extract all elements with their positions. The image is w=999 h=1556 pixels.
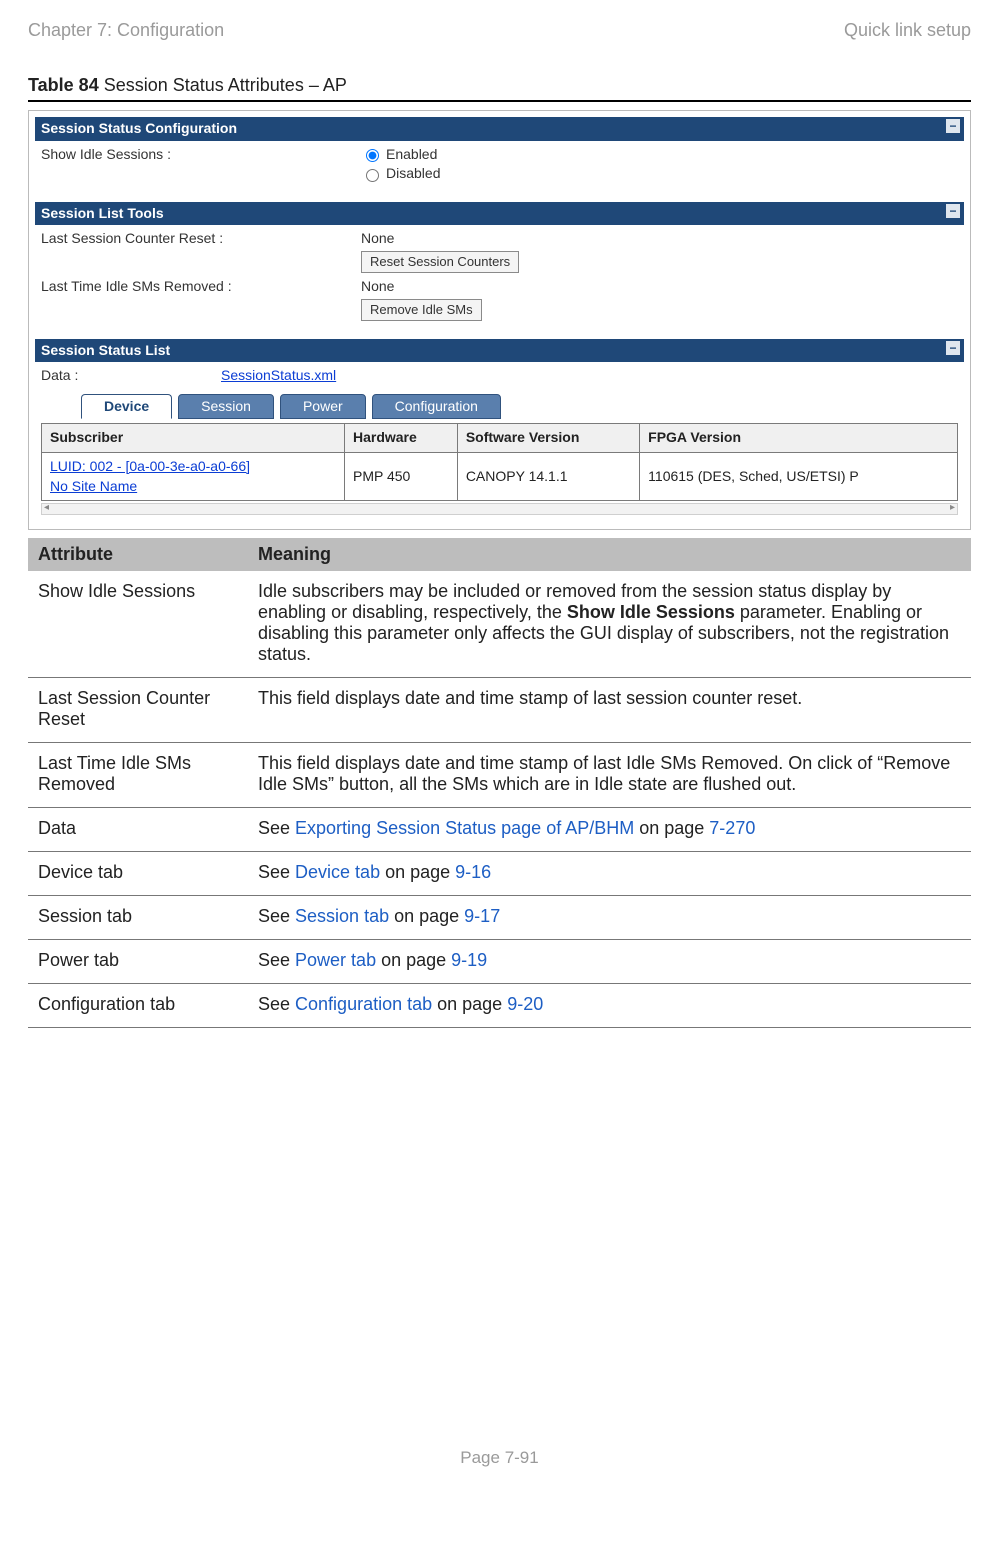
ref-page[interactable]: 7-270 — [709, 818, 755, 838]
subscriber-luid-link[interactable]: LUID: 002 - [0a-00-3e-a0-a0-66] — [50, 458, 250, 474]
attr-name: Device tab — [28, 852, 248, 896]
last-time-idle-sms-removed-value: None — [361, 277, 958, 297]
ref-page[interactable]: 9-19 — [451, 950, 487, 970]
radio-disabled[interactable] — [366, 169, 379, 182]
collapse-icon[interactable]: − — [946, 119, 960, 133]
cell-software: CANOPY 14.1.1 — [457, 452, 639, 500]
ref-page[interactable]: 9-16 — [455, 862, 491, 882]
header-attribute: Attribute — [28, 538, 248, 571]
col-fpga[interactable]: FPGA Version — [640, 424, 958, 453]
attr-meaning: See Exporting Session Status page of AP/… — [248, 808, 971, 852]
reset-session-counters-button[interactable]: Reset Session Counters — [361, 251, 519, 273]
attr-name: Configuration tab — [28, 984, 248, 1028]
collapse-icon[interactable]: − — [946, 204, 960, 218]
col-subscriber[interactable]: Subscriber — [42, 424, 345, 453]
col-hardware[interactable]: Hardware — [344, 424, 457, 453]
caption-prefix: Table 84 — [28, 75, 99, 95]
attr-meaning: This field displays date and time stamp … — [248, 743, 971, 808]
ref-link[interactable]: Power tab — [295, 950, 376, 970]
table-row: LUID: 002 - [0a-00-3e-a0-a0-66] No Site … — [42, 452, 958, 500]
last-session-counter-reset-label: Last Session Counter Reset : — [41, 229, 361, 273]
attr-name: Last Time Idle SMs Removed — [28, 743, 248, 808]
attr-meaning: See Device tab on page 9-16 — [248, 852, 971, 896]
attr-meaning: Idle subscribers may be included or remo… — [248, 571, 971, 678]
page-footer: Page 7-91 — [28, 1448, 971, 1468]
ref-link[interactable]: Device tab — [295, 862, 380, 882]
attr-meaning: See Configuration tab on page 9-20 — [248, 984, 971, 1028]
tab-device[interactable]: Device — [81, 394, 172, 420]
col-software[interactable]: Software Version — [457, 424, 639, 453]
last-time-idle-sms-removed-label: Last Time Idle SMs Removed : — [41, 277, 361, 321]
ref-link[interactable]: Session tab — [295, 906, 389, 926]
radio-enabled[interactable] — [366, 149, 379, 162]
remove-idle-sms-button[interactable]: Remove Idle SMs — [361, 299, 482, 321]
subscriber-site-link[interactable]: No Site Name — [50, 478, 137, 494]
attr-meaning: This field displays date and time stamp … — [248, 678, 971, 743]
panel-session-status-list: Session Status List − Data : SessionStat… — [35, 339, 964, 518]
panel-title: Session Status Configuration − — [35, 117, 964, 141]
attr-name: Power tab — [28, 940, 248, 984]
tab-strip: Device Session Power Configuration — [81, 394, 958, 420]
panel-title-text: Session List Tools — [41, 205, 164, 221]
screenshot-box: Session Status Configuration − Show Idle… — [28, 110, 971, 530]
tab-configuration[interactable]: Configuration — [372, 394, 501, 420]
header-left: Chapter 7: Configuration — [28, 20, 224, 41]
horizontal-scrollbar[interactable] — [41, 503, 958, 515]
ref-page[interactable]: 9-17 — [464, 906, 500, 926]
panel-session-list-tools: Session List Tools − Last Session Counte… — [35, 202, 964, 323]
radio-enabled-label: Enabled — [386, 145, 437, 165]
caption-rest: Session Status Attributes – AP — [99, 75, 347, 95]
tab-session[interactable]: Session — [178, 394, 274, 420]
panel-title: Session Status List − — [35, 339, 964, 363]
attr-name: Show Idle Sessions — [28, 571, 248, 678]
radio-disabled-label: Disabled — [386, 164, 440, 184]
session-status-grid: Subscriber Hardware Software Version FPG… — [41, 423, 958, 501]
attr-meaning: See Power tab on page 9-19 — [248, 940, 971, 984]
header-right: Quick link setup — [844, 20, 971, 41]
collapse-icon[interactable]: − — [946, 341, 960, 355]
caption-rule — [28, 100, 971, 102]
panel-title: Session List Tools − — [35, 202, 964, 226]
panel-title-text: Session Status Configuration — [41, 120, 237, 136]
show-idle-sessions-label: Show Idle Sessions : — [41, 145, 361, 184]
table-caption: Table 84 Session Status Attributes – AP — [28, 75, 971, 96]
attribute-table: Attribute Meaning Show Idle Sessions Idl… — [28, 538, 971, 1028]
tab-power[interactable]: Power — [280, 394, 366, 420]
session-status-xml-link[interactable]: SessionStatus.xml — [221, 367, 336, 383]
attr-meaning: See Session tab on page 9-17 — [248, 896, 971, 940]
panel-title-text: Session Status List — [41, 342, 170, 358]
panel-session-status-config: Session Status Configuration − Show Idle… — [35, 117, 964, 186]
cell-fpga: 110615 (DES, Sched, US/ETSI) P — [640, 452, 958, 500]
attr-name: Last Session Counter Reset — [28, 678, 248, 743]
ref-page[interactable]: 9-20 — [507, 994, 543, 1014]
cell-hardware: PMP 450 — [344, 452, 457, 500]
last-session-counter-reset-value: None — [361, 229, 958, 249]
attr-name: Session tab — [28, 896, 248, 940]
page-header: Chapter 7: Configuration Quick link setu… — [28, 20, 971, 41]
data-label: Data : — [41, 366, 221, 386]
attr-name: Data — [28, 808, 248, 852]
ref-link[interactable]: Configuration tab — [295, 994, 432, 1014]
header-meaning: Meaning — [248, 538, 971, 571]
ref-link[interactable]: Exporting Session Status page of AP/BHM — [295, 818, 634, 838]
